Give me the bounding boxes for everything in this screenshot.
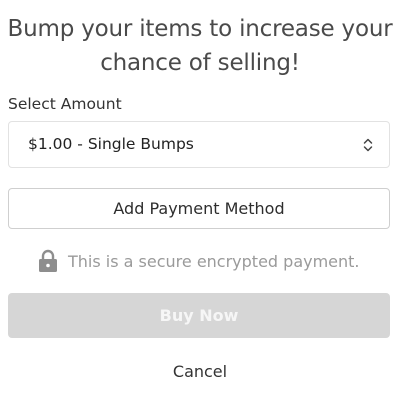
cancel-button[interactable]: Cancel	[0, 358, 400, 384]
lock-icon	[39, 249, 57, 272]
select-amount-label: Select Amount	[8, 95, 122, 113]
dialog-headline: Bump your items to increase your chance …	[7, 16, 393, 76]
amount-select-value: $1.00 - Single Bumps	[28, 135, 194, 153]
secure-payment-text: This is a secure encrypted payment.	[68, 251, 360, 271]
amount-select[interactable]: $1.00 - Single Bumps	[8, 121, 390, 168]
bump-dialog: Bump your items to increase your chance …	[0, 0, 400, 407]
add-payment-method-button[interactable]: Add Payment Method	[8, 188, 390, 229]
secure-payment-notice: This is a secure encrypted payment.	[38, 248, 360, 274]
up-down-chevron-icon	[363, 138, 373, 152]
buy-now-button[interactable]: Buy Now	[8, 293, 390, 338]
